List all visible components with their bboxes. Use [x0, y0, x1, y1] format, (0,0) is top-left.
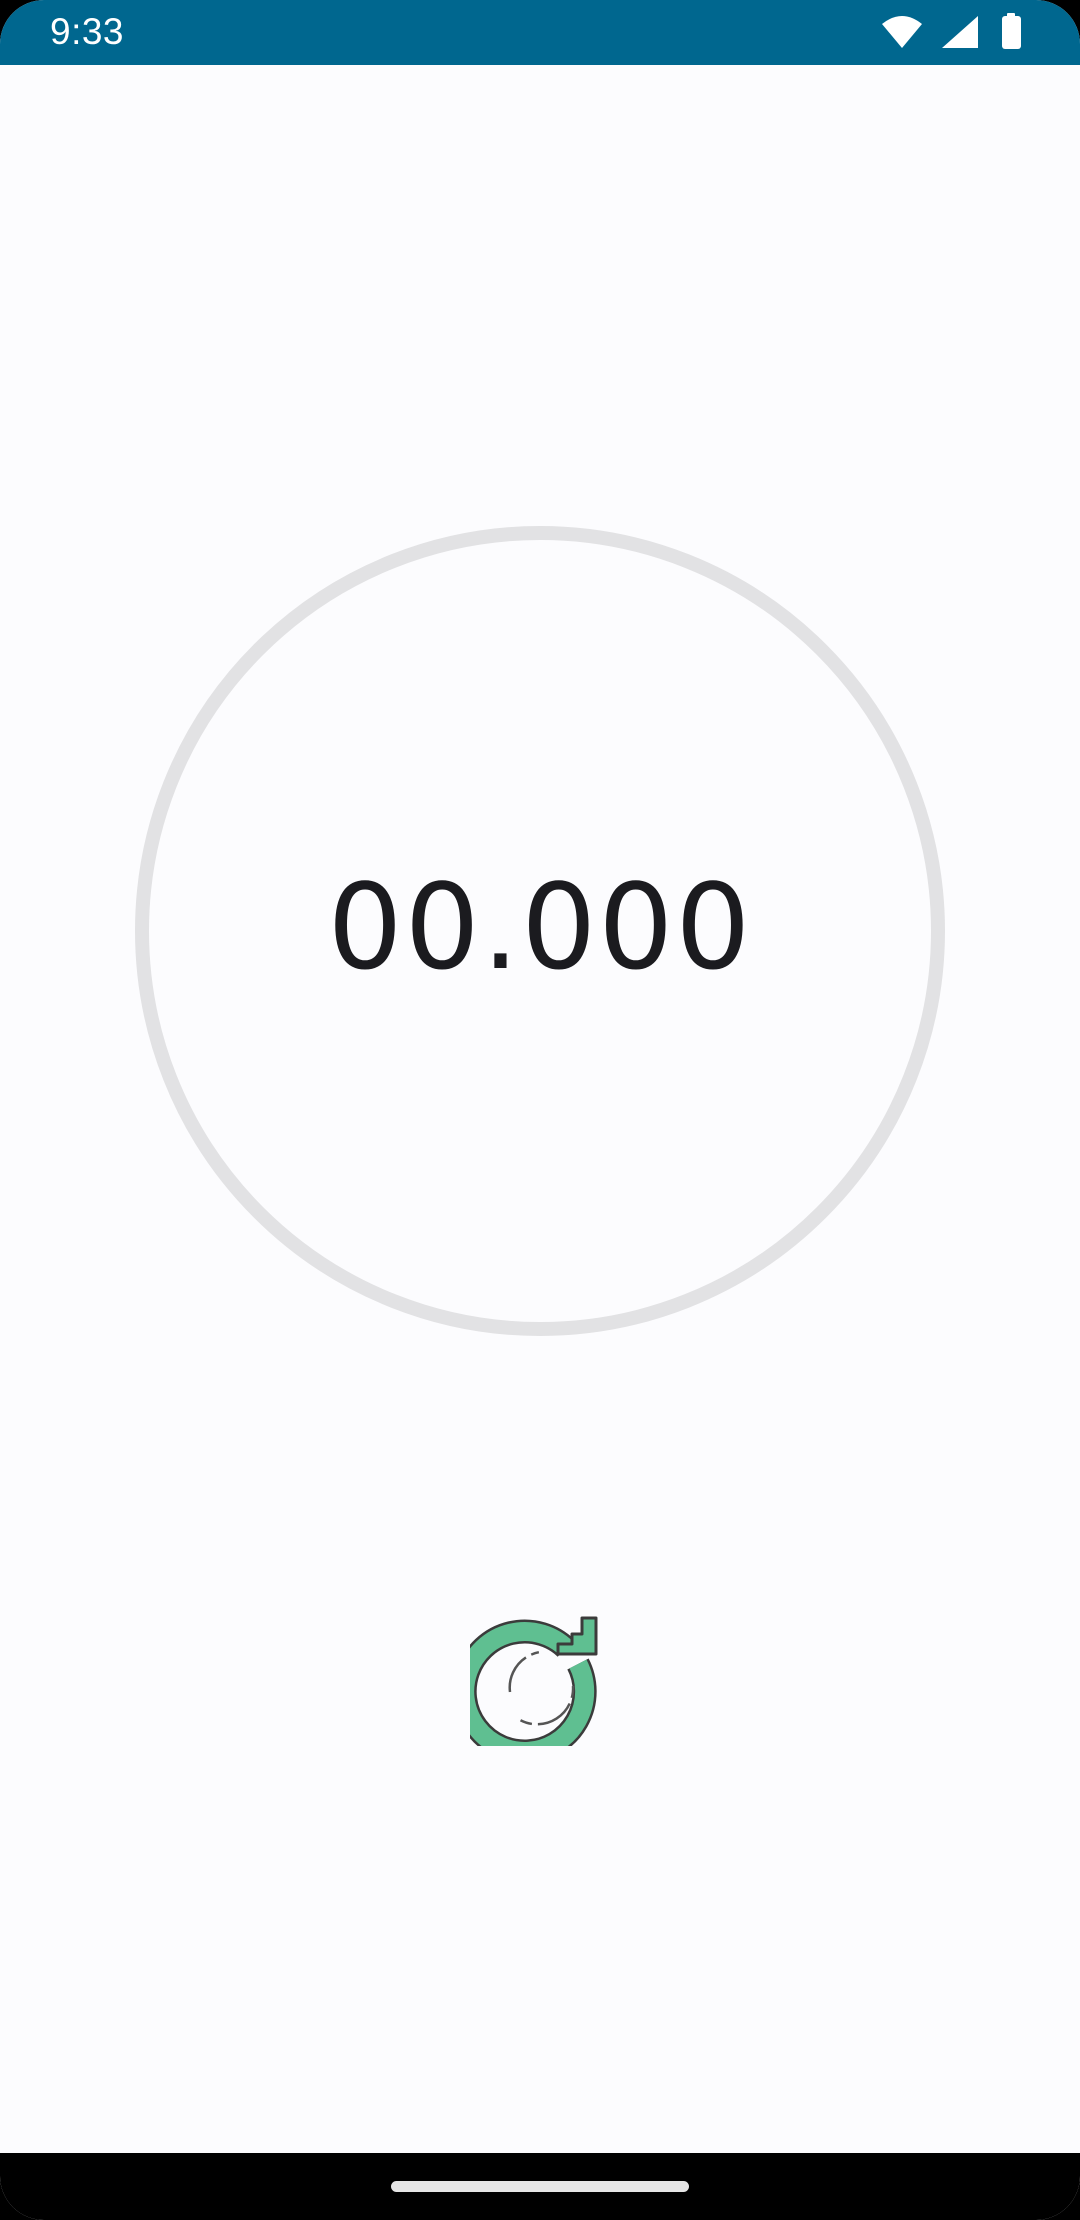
- status-icons: [840, 0, 1080, 65]
- home-gesture-handle[interactable]: [391, 2181, 689, 2192]
- battery-icon: [1002, 13, 1021, 49]
- cellular-signal-icon: [942, 16, 978, 48]
- wifi-icon: [882, 16, 922, 48]
- reset-button[interactable]: [452, 1606, 610, 1764]
- stopwatch-screen: 9:33 00.000: [0, 0, 1080, 2220]
- refresh-icon: [452, 1616, 598, 1764]
- timer-ring: 00.000: [135, 526, 945, 1336]
- status-time: 9:33: [50, 11, 125, 52]
- status-bar: 9:33: [0, 0, 1080, 65]
- navigation-bar: [0, 2153, 1080, 2220]
- timer-display: 00.000: [327, 858, 753, 996]
